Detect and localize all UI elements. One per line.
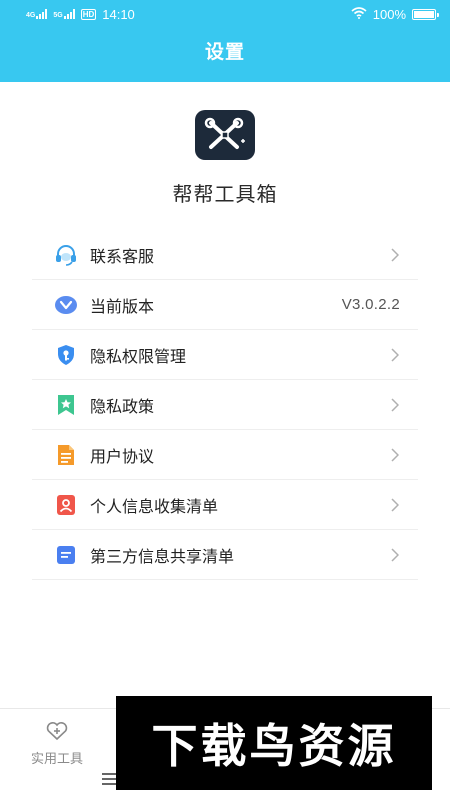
chevron-right-icon [390, 347, 400, 362]
status-right: 100% [351, 6, 439, 22]
cell-signal-4g: 4G [26, 9, 48, 19]
list-card-icon [54, 543, 78, 567]
wifi-icon [351, 6, 367, 22]
heart-plus-icon [45, 721, 69, 746]
tab-practical-tools[interactable]: 实用工具 [22, 721, 92, 767]
cell-signal-5g: 5G [53, 9, 75, 19]
row-label: 个人信息收集清单 [90, 498, 219, 516]
version-value: V3.0.2.2 [341, 296, 400, 313]
app-logo-icon [195, 110, 255, 160]
chevron-right-icon [390, 497, 400, 512]
bookmark-star-icon [54, 393, 78, 417]
net-4g-label: 4G [26, 12, 36, 19]
battery-percent: 100% [372, 6, 406, 22]
settings-list: 联系客服 当前版本 V3.0.2.2 隐私权限管理 隐私政策 用户协议 个人信息… [32, 230, 418, 580]
settings-row-privacy-policy[interactable]: 隐私政策 [32, 380, 418, 430]
app-info: 帮帮工具箱 [0, 110, 450, 207]
row-label: 当前版本 [90, 298, 155, 316]
row-label: 隐私权限管理 [90, 348, 187, 366]
net-5g-label: 5G [53, 12, 63, 19]
version-icon [54, 293, 78, 317]
chevron-right-icon [390, 247, 400, 262]
row-label: 用户协议 [90, 448, 155, 466]
row-label: 联系客服 [90, 248, 155, 266]
person-card-icon [54, 493, 78, 517]
chevron-right-icon [390, 547, 400, 562]
status-time: 14:10 [102, 6, 135, 22]
settings-row-personal-info-list[interactable]: 个人信息收集清单 [32, 480, 418, 530]
signal-bars-icon [63, 9, 75, 19]
signal-bars-icon [36, 9, 48, 19]
settings-row-third-party-sharing[interactable]: 第三方信息共享清单 [32, 530, 418, 580]
settings-row-privacy-permissions[interactable]: 隐私权限管理 [32, 330, 418, 380]
battery-icon [412, 8, 439, 20]
status-bar: 4G 5G HD 14:10 100% [0, 0, 450, 28]
settings-row-current-version[interactable]: 当前版本 V3.0.2.2 [32, 280, 418, 330]
page-title: 设置 [204, 42, 245, 63]
header-bar: 4G 5G HD 14:10 100% 设置 [0, 0, 450, 82]
row-label: 隐私政策 [90, 398, 155, 416]
tab-label: 实用工具 [30, 751, 83, 766]
chevron-right-icon [390, 447, 400, 462]
watermark-text: 下载鸟资源 [151, 719, 397, 773]
settings-row-user-agreement[interactable]: 用户协议 [32, 430, 418, 480]
headset-icon [54, 243, 78, 267]
hd-voice-badge: HD [80, 8, 97, 20]
document-icon [54, 443, 78, 467]
watermark-banner: 下载鸟资源 [116, 696, 432, 790]
row-label: 第三方信息共享清单 [90, 548, 235, 566]
status-left: 4G 5G HD 14:10 [26, 7, 135, 22]
settings-row-customer-service[interactable]: 联系客服 [32, 230, 418, 280]
app-name: 帮帮工具箱 [172, 184, 278, 206]
shield-key-icon [54, 343, 78, 367]
chevron-right-icon [390, 397, 400, 412]
